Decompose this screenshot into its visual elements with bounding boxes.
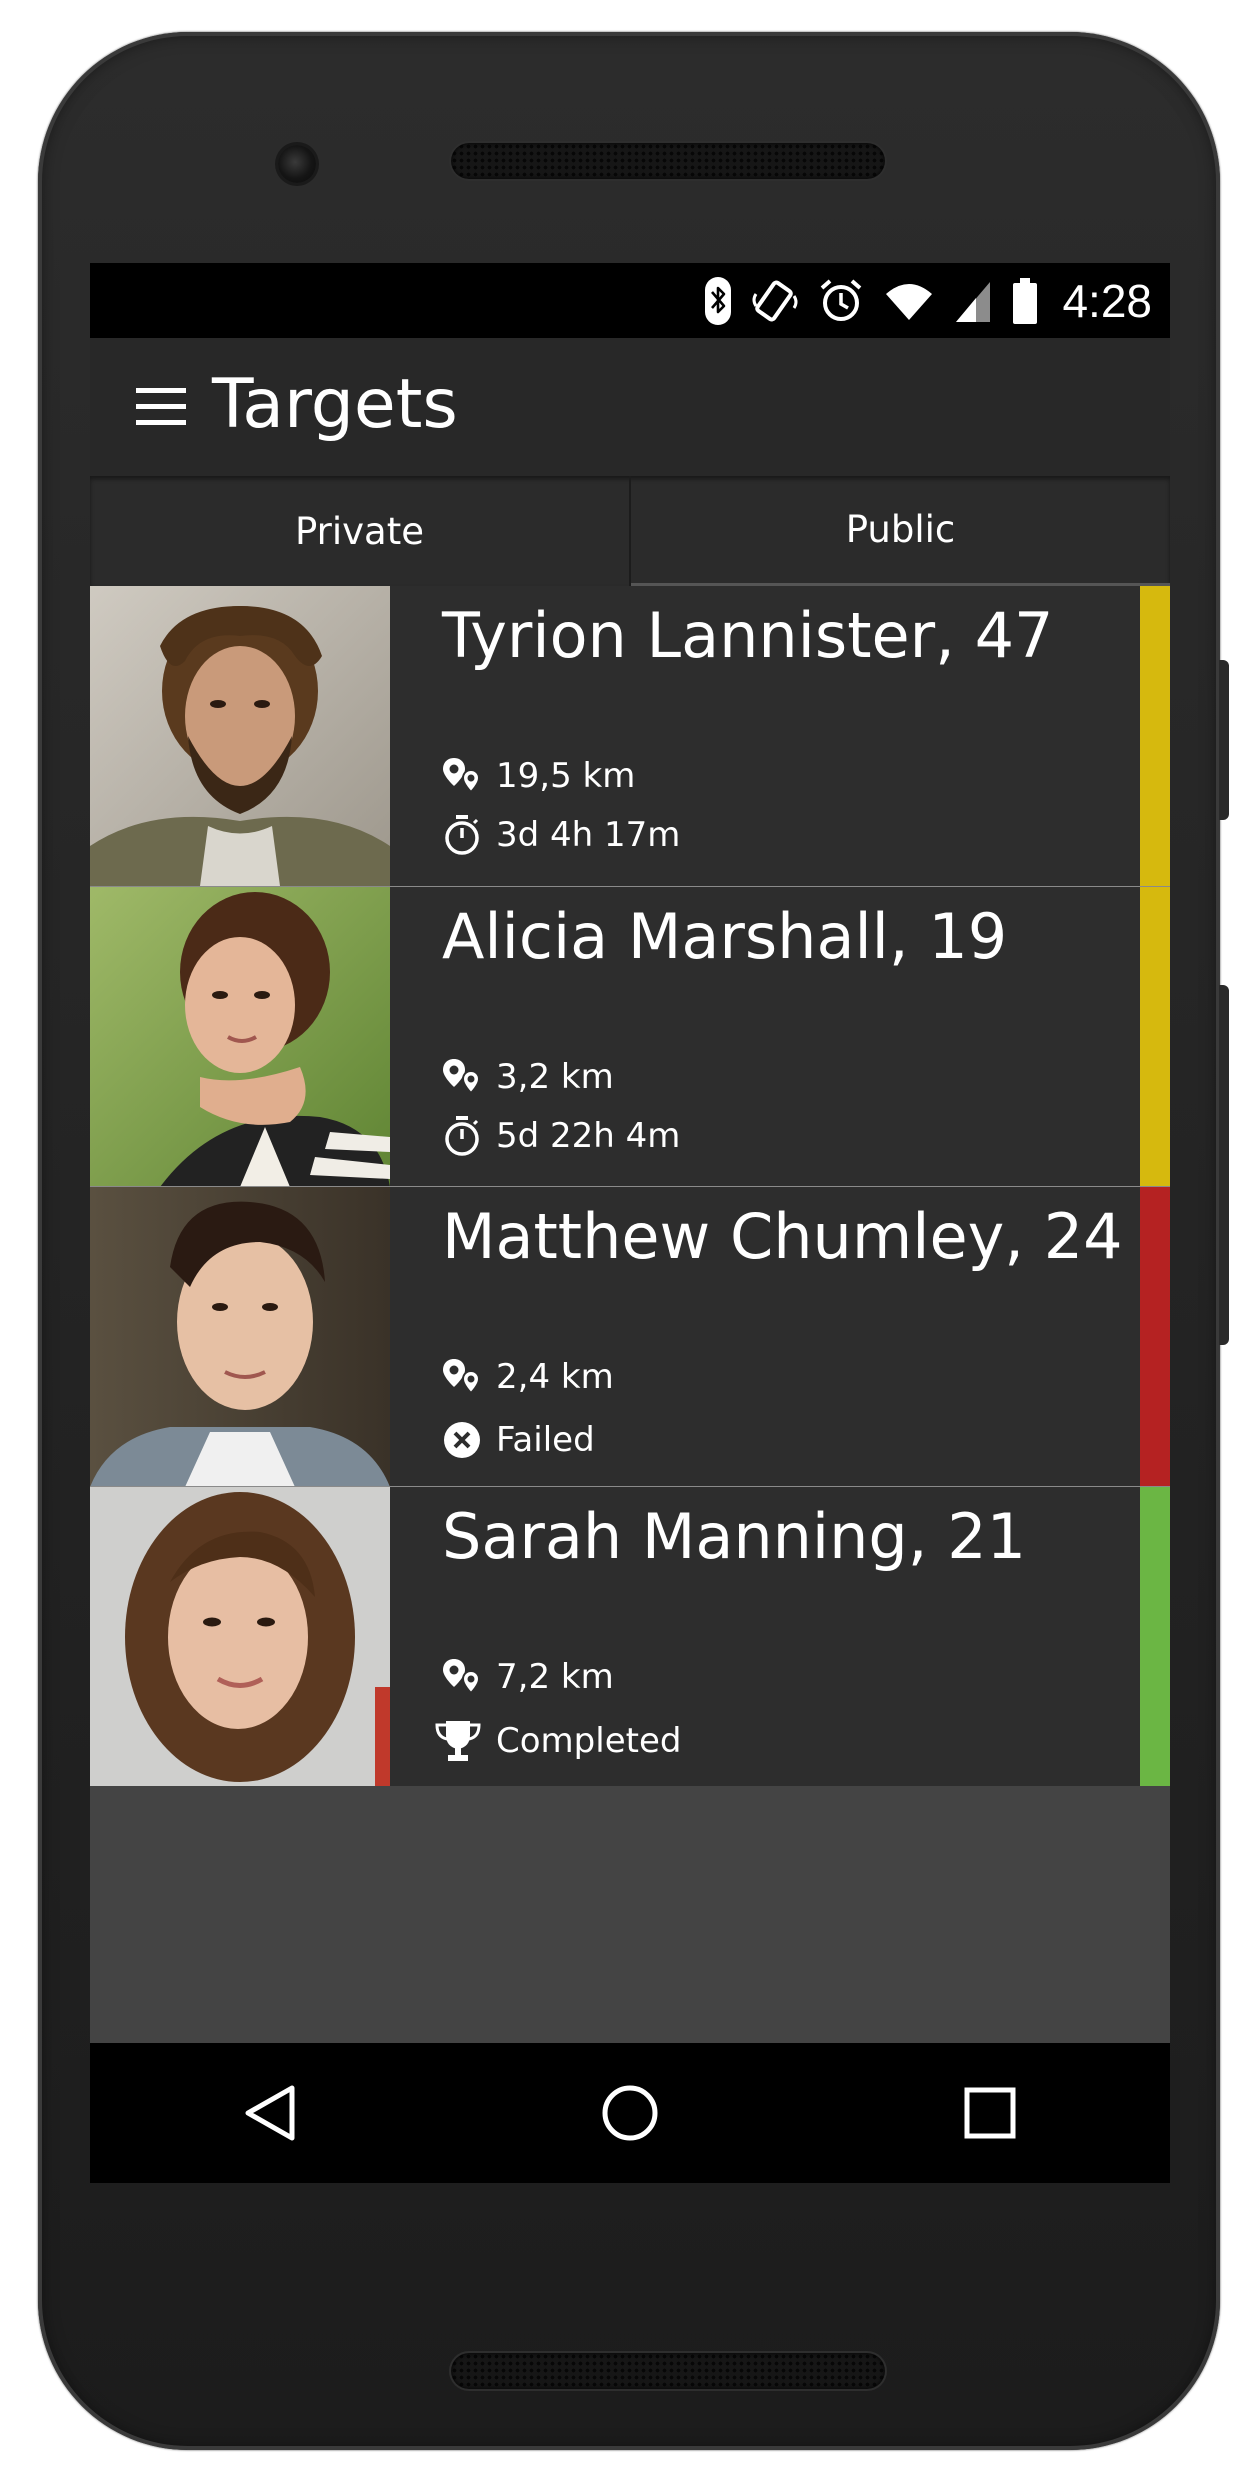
target-name: Tyrion Lannister, 47 — [442, 599, 1054, 672]
front-camera — [278, 145, 316, 183]
distance-label: 3,2 km — [496, 1057, 614, 1097]
status-indicator-completed — [1140, 1487, 1170, 1786]
phone-screen: 4:28 Targets Private Public Tyrion Lanni… — [90, 263, 1170, 2183]
tab-private[interactable]: Private — [90, 476, 631, 586]
location-pins-icon — [443, 758, 481, 794]
distance-label: 7,2 km — [496, 1657, 614, 1697]
target-status: Completed — [434, 1719, 681, 1763]
timer-icon — [445, 1116, 479, 1156]
alarm-icon — [821, 278, 862, 321]
target-distance: 19,5 km — [442, 756, 635, 796]
tab-public[interactable]: Public — [631, 476, 1170, 586]
target-status: Failed — [442, 1420, 595, 1460]
recents-button[interactable] — [930, 2053, 1050, 2173]
status-bar: 4:28 — [90, 263, 1170, 338]
location-pins-icon — [443, 1359, 481, 1395]
target-item-alicia-marshall[interactable]: Alicia Marshall, 19 3,2 km 5d 22h 4m — [90, 886, 1170, 1186]
target-list: Tyrion Lannister, 47 19,5 km 3d 4h 17m A… — [90, 586, 1170, 1786]
trophy-icon — [435, 1721, 481, 1761]
app-bar: Targets — [90, 338, 1170, 476]
target-distance: 3,2 km — [442, 1057, 614, 1097]
target-name: Sarah Manning, 21 — [442, 1500, 1027, 1573]
bluetooth-icon — [705, 276, 732, 325]
distance-label: 2,4 km — [496, 1357, 614, 1397]
target-distance: 7,2 km — [442, 1657, 614, 1697]
wifi-icon — [886, 283, 933, 320]
target-time-remaining: 5d 22h 4m — [442, 1115, 680, 1157]
target-photo — [90, 1487, 390, 1786]
target-item-sarah-manning[interactable]: Sarah Manning, 21 7,2 km Completed — [90, 1486, 1170, 1786]
target-name: Alicia Marshall, 19 — [442, 900, 1008, 973]
distance-label: 19,5 km — [496, 756, 636, 796]
target-time-remaining: 3d 4h 17m — [442, 814, 680, 856]
status-indicator-pending — [1140, 887, 1170, 1186]
cell-signal-icon — [956, 281, 991, 322]
volume-button — [1219, 985, 1229, 1345]
recents-icon — [964, 2087, 1016, 2139]
status-time: 4:28 — [1062, 274, 1152, 327]
bottom-speaker — [451, 2353, 885, 2389]
location-pins-icon — [443, 1659, 481, 1695]
tab-bar: Private Public — [90, 476, 1170, 586]
target-distance: 2,4 km — [442, 1357, 614, 1397]
navigation-bar — [90, 2043, 1170, 2183]
status-indicator-pending — [1140, 586, 1170, 886]
status-label: Completed — [496, 1721, 682, 1761]
status-icons: 4:28 — [704, 263, 1152, 338]
power-button — [1219, 660, 1229, 820]
timer-icon — [445, 815, 479, 855]
status-label: Failed — [496, 1420, 595, 1460]
time-remaining-label: 5d 22h 4m — [496, 1116, 681, 1156]
failed-icon — [444, 1422, 480, 1458]
hamburger-menu-icon[interactable] — [136, 384, 186, 430]
target-photo — [90, 887, 390, 1186]
home-button[interactable] — [570, 2053, 690, 2173]
home-icon — [602, 2085, 658, 2141]
back-icon — [245, 2085, 295, 2141]
time-remaining-label: 3d 4h 17m — [496, 815, 681, 855]
target-item-tyrion-lannister[interactable]: Tyrion Lannister, 47 19,5 km 3d 4h 17m — [90, 586, 1170, 886]
back-button[interactable] — [210, 2053, 330, 2173]
page-title: Targets — [212, 365, 458, 444]
target-name: Matthew Chumley, 24 — [442, 1200, 1123, 1273]
location-pins-icon — [443, 1059, 481, 1095]
target-photo — [90, 1187, 390, 1486]
battery-icon — [1013, 277, 1038, 324]
status-indicator-failed — [1140, 1187, 1170, 1486]
earpiece-speaker — [451, 143, 885, 179]
vibrate-icon — [752, 280, 798, 321]
target-photo — [90, 586, 390, 886]
target-item-matthew-chumley[interactable]: Matthew Chumley, 24 2,4 km Failed — [90, 1186, 1170, 1486]
